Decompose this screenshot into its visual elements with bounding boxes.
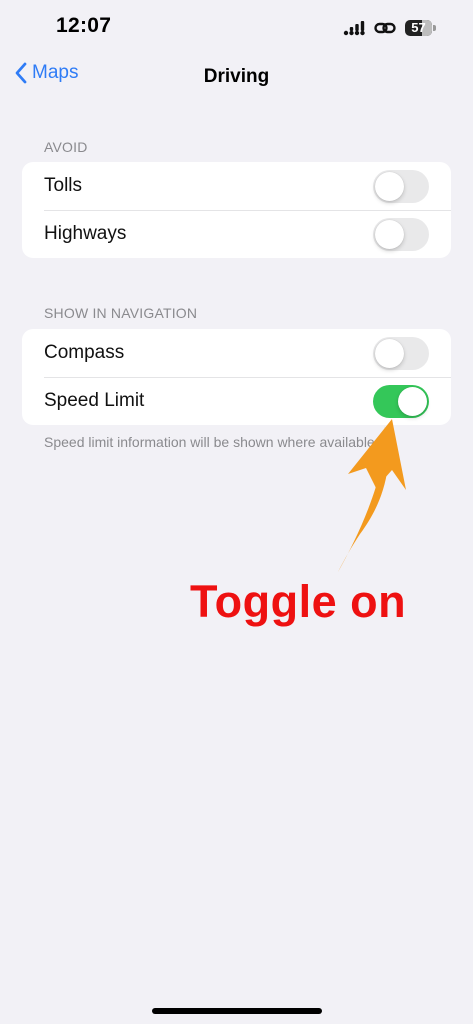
settings-row-speed-limit: Speed Limit — [22, 377, 451, 425]
signal-icon — [343, 20, 365, 36]
annotation-label: Toggle on — [190, 576, 407, 627]
row-label: Compass — [44, 342, 125, 363]
row-label: Highways — [44, 223, 127, 244]
navigation-group: Compass Speed Limit — [22, 329, 451, 425]
section-footer-note: Speed limit information will be shown wh… — [44, 434, 379, 450]
settings-row-tolls: Tolls — [22, 162, 451, 210]
arrow-head — [348, 419, 406, 490]
avoid-group: Tolls Highways — [22, 162, 451, 258]
highways-toggle[interactable] — [373, 218, 429, 251]
row-label: Speed Limit — [44, 390, 145, 411]
row-label: Tolls — [44, 175, 83, 196]
settings-row-highways: Highways — [22, 210, 451, 258]
tolls-toggle[interactable] — [373, 170, 429, 203]
section-header-navigation: SHOW IN NAVIGATION — [44, 305, 198, 321]
page-title: Driving — [203, 66, 270, 87]
battery-icon: 57 — [405, 19, 437, 37]
settings-row-compass: Compass — [22, 329, 451, 377]
status-icons: 57 — [343, 17, 437, 39]
status-time: 12:07 — [56, 14, 112, 37]
speed-limit-toggle[interactable] — [373, 385, 429, 418]
hotspot-icon — [374, 20, 396, 36]
section-header-avoid: AVOID — [44, 139, 88, 155]
compass-toggle[interactable] — [373, 337, 429, 370]
battery-level: 57 — [411, 20, 426, 35]
home-indicator[interactable] — [152, 1008, 322, 1014]
